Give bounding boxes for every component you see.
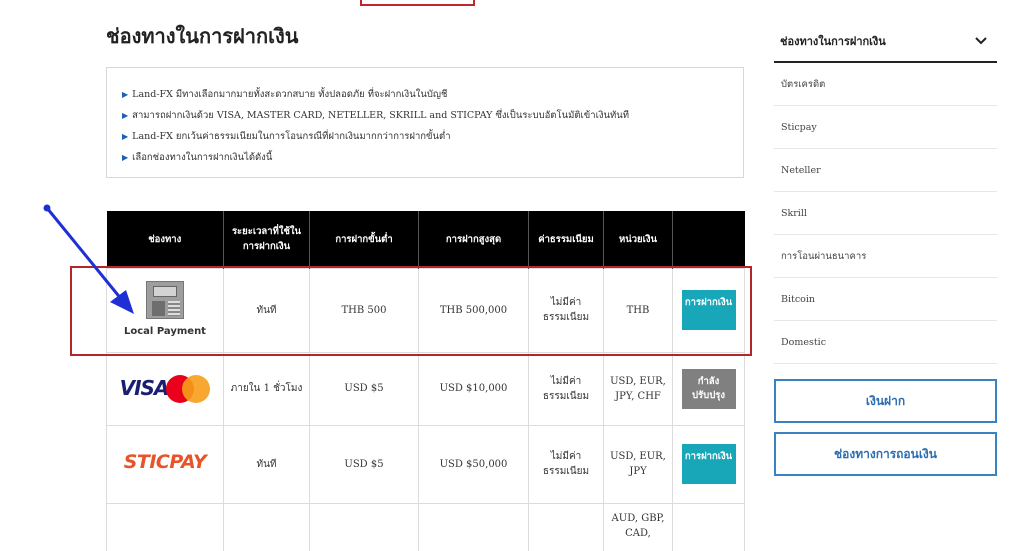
sticpay-logo: STICPAY [123,451,207,473]
mastercard-logo [166,374,211,403]
visa-logo: VISA [119,376,170,400]
header-fee: ค่าธรรมเนียม [528,211,604,268]
action-cell [672,502,745,551]
deposit-methods-table: ช่องทาง ระยะเวลาที่ใช้ในการฝากเงิน การฝา… [106,211,745,551]
channel-cell [106,502,224,551]
annotation-highlight-box [70,266,752,356]
info-line: ▶ Land-FX มีทางเลือกมากมายทั้งสะดวกสบาย … [122,84,743,105]
header-action [672,211,745,268]
info-line: ▶ Land-FX ยกเว้นค่าธรรมเนียมในการโอนกรณี… [122,126,743,147]
currency-cell: USD, EUR, JPY [603,424,673,504]
table-row: AUD, GBP, CAD, [106,502,745,551]
info-text: Land-FX มีทางเลือกมากมายทั้งสะดวกสบาย ทั… [132,89,448,100]
deposit-button[interactable]: การฝากเงิน [681,444,736,484]
page-title: ช่องทางในการฝากเงิน [106,24,299,48]
deposit-nav-button[interactable]: เงินฝาก [774,379,997,423]
visa-mastercard-logo: VISA [110,374,220,403]
header-min: การฝากขั้นต่ำ [309,211,419,268]
info-text: สามารถฝากเงินด้วย VISA, MASTER CARD, NET… [132,110,629,121]
table-header-row: ช่องทาง ระยะเวลาที่ใช้ในการฝากเงิน การฝา… [106,211,745,268]
sidebar: ช่องทางในการฝากเงิน บัตรเครดิต Sticpay N… [774,20,997,476]
time-cell: ทันที [223,424,310,504]
max-cell: USD $10,000 [418,351,529,426]
sidebar-item-credit-card[interactable]: บัตรเครดิต [774,63,997,106]
header-max: การฝากสูงสุด [418,211,529,268]
chevron-down-icon[interactable] [975,36,987,45]
maintenance-button[interactable]: กำลังปรับปรุง [681,368,736,409]
action-cell: กำลังปรับปรุง [672,351,745,426]
time-cell [223,502,310,551]
info-line: ▶ เลือกช่องทางในการฝากเงินได้ดังนี้ [122,147,743,168]
table-row: VISA ภายใน 1 ชั่วโมง USD $5 USD $10,000 … [106,351,745,426]
table-row: STICPAY ทันที USD $5 USD $50,000 ไม่มีค่… [106,424,745,504]
min-cell: USD $5 [309,424,419,504]
triangle-bullet-icon: ▶ [122,90,129,99]
action-cell: การฝากเงิน [672,424,745,504]
fee-cell [528,502,604,551]
sidebar-item-skrill[interactable]: Skrill [774,192,997,235]
sidebar-header[interactable]: ช่องทางในการฝากเงิน [774,20,997,63]
min-cell: USD $5 [309,351,419,426]
sidebar-title: ช่องทางในการฝากเงิน [780,34,886,48]
sidebar-item-neteller[interactable]: Neteller [774,149,997,192]
max-cell [418,502,529,551]
fee-cell: ไม่มีค่าธรรมเนียม [528,351,604,426]
info-text: Land-FX ยกเว้นค่าธรรมเนียมในการโอนกรณีที… [132,131,451,142]
info-box: ▶ Land-FX มีทางเลือกมากมายทั้งสะดวกสบาย … [106,67,744,178]
sidebar-item-domestic[interactable]: Domestic [774,321,997,364]
triangle-bullet-icon: ▶ [122,153,129,162]
sidebar-item-bitcoin[interactable]: Bitcoin [774,278,997,321]
annotation-red-box-top [360,0,475,6]
sidebar-item-bank-transfer[interactable]: การโอนผ่านธนาคาร [774,235,997,278]
currency-cell: AUD, GBP, CAD, [603,502,673,551]
triangle-bullet-icon: ▶ [122,111,129,120]
triangle-bullet-icon: ▶ [122,132,129,141]
info-text: เลือกช่องทางในการฝากเงินได้ดังนี้ [132,152,273,163]
channel-cell: STICPAY [106,424,224,504]
info-line: ▶ สามารถฝากเงินด้วย VISA, MASTER CARD, N… [122,105,743,126]
max-cell: USD $50,000 [418,424,529,504]
currency-cell: USD, EUR, JPY, CHF [603,351,673,426]
withdraw-methods-button[interactable]: ช่องทางการถอนเงิน [774,432,997,476]
header-currency: หน่วยเงิน [603,211,673,268]
time-cell: ภายใน 1 ชั่วโมง [223,351,310,426]
header-channel: ช่องทาง [106,211,224,268]
fee-cell: ไม่มีค่าธรรมเนียม [528,424,604,504]
sidebar-item-sticpay[interactable]: Sticpay [774,106,997,149]
channel-cell: VISA [106,351,224,426]
min-cell [309,502,419,551]
header-time: ระยะเวลาที่ใช้ในการฝากเงิน [223,211,310,268]
